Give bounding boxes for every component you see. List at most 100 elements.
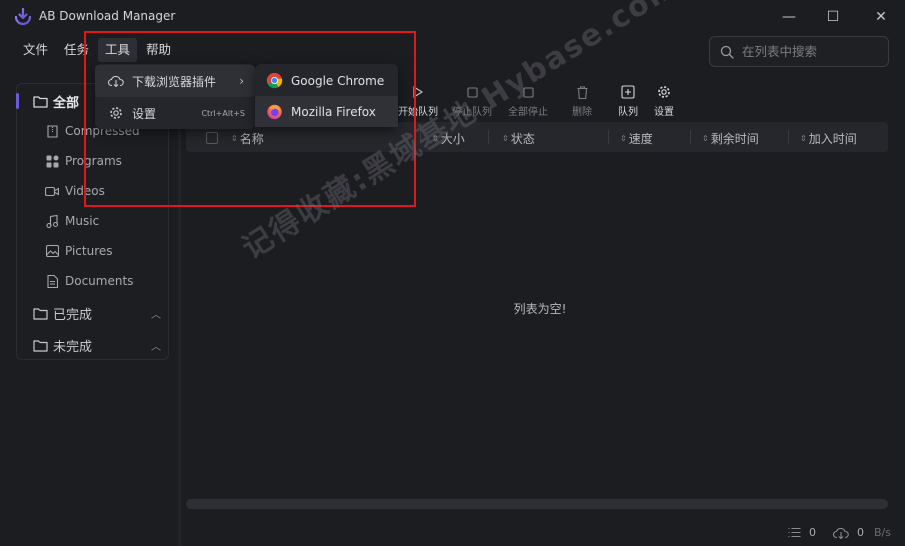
column-label: 大小 xyxy=(440,132,465,146)
tools-menu: 下载浏览器插件 › 设置 Ctrl+Alt+S xyxy=(95,64,255,129)
toolbar-label: 设置 xyxy=(654,107,674,118)
column-label: 状态 xyxy=(510,132,535,146)
column-label: 速度 xyxy=(628,132,653,146)
sidebar-item-label: Documents xyxy=(65,274,134,288)
gear-icon xyxy=(108,106,124,120)
sidebar-item-videos[interactable]: Videos xyxy=(45,184,105,198)
apps-icon xyxy=(45,154,59,168)
menu-item-label: 设置 xyxy=(132,106,157,121)
sidebar-item-documents[interactable]: Documents xyxy=(45,274,133,288)
panel-divider[interactable] xyxy=(178,76,181,546)
document-icon xyxy=(45,274,59,288)
sidebar-item-label: 全部 xyxy=(53,96,80,111)
sidebar-item-pictures[interactable]: Pictures xyxy=(45,244,113,258)
column-speed[interactable]: ⇕ 速度 xyxy=(620,130,653,147)
stop-icon xyxy=(522,84,534,100)
sidebar-item-label: Pictures xyxy=(65,244,113,258)
minimize-button[interactable]: — xyxy=(774,4,804,30)
column-divider[interactable] xyxy=(690,130,691,144)
menu-tasks[interactable]: 任务 xyxy=(57,38,96,62)
video-icon xyxy=(45,184,59,198)
delete-button[interactable]: 删除 xyxy=(572,84,592,118)
toolbar-label: 开始队列 xyxy=(398,107,438,118)
menu-help[interactable]: 帮助 xyxy=(139,38,178,62)
column-status[interactable]: ⇕ 状态 xyxy=(502,130,535,147)
search-input[interactable] xyxy=(742,44,872,59)
cloud-download-icon xyxy=(108,75,124,87)
active-indicator xyxy=(16,93,19,109)
sidebar-group-unfinished[interactable]: 未完成 ︿ xyxy=(33,336,161,355)
shortcut-hint: Ctrl+Alt+S xyxy=(201,108,245,118)
menu-file[interactable]: 文件 xyxy=(16,38,55,62)
trash-icon xyxy=(577,84,588,100)
column-label: 剩余时间 xyxy=(710,132,759,146)
title-bar: AB Download Manager — ☐ ✕ xyxy=(0,0,905,34)
play-icon xyxy=(413,84,423,100)
sidebar-item-label: Programs xyxy=(65,154,122,168)
queue-add-icon xyxy=(621,84,635,100)
sidebar-item-programs[interactable]: Programs xyxy=(45,154,122,168)
chevron-up-icon[interactable]: ︿ xyxy=(151,306,161,321)
folder-icon xyxy=(33,96,48,108)
sort-icon: ⇕ xyxy=(620,134,627,143)
select-all-checkbox[interactable] xyxy=(206,132,218,144)
queue-status: 0 xyxy=(788,526,816,539)
column-added[interactable]: ⇕ 加入时间 xyxy=(800,130,857,147)
column-size[interactable]: ⇕ 大小 xyxy=(432,130,465,147)
stop-queue-button[interactable]: 停止队列 xyxy=(452,84,492,118)
archive-icon xyxy=(45,124,59,138)
maximize-button[interactable]: ☐ xyxy=(818,4,848,30)
horizontal-scrollbar[interactable] xyxy=(186,499,888,509)
app-logo-icon xyxy=(14,7,32,26)
image-icon xyxy=(45,244,59,258)
speed-unit: B/s xyxy=(874,526,891,539)
column-divider[interactable] xyxy=(788,130,789,144)
close-button[interactable]: ✕ xyxy=(866,4,896,30)
sidebar-group-finished[interactable]: 已完成 ︿ xyxy=(33,304,161,323)
column-divider[interactable] xyxy=(420,130,421,144)
menu-item-label: 下载浏览器插件 xyxy=(132,74,217,89)
chevron-up-icon[interactable]: ︿ xyxy=(151,338,161,353)
chrome-icon xyxy=(266,72,283,89)
menu-item-google-chrome[interactable]: Google Chrome xyxy=(255,65,398,96)
download-list: ⇕ 名称 ⇕ 大小 ⇕ 状态 ⇕ 速度 ⇕ 剩余时间 ⇕ 加入时间 列表为空! xyxy=(186,122,888,512)
speed-value: 0 xyxy=(857,526,864,539)
start-queue-button[interactable]: 开始队列 xyxy=(398,84,438,118)
sort-icon: ⇕ xyxy=(502,134,509,143)
toolbar-label: 队列 xyxy=(618,107,638,118)
gear-icon xyxy=(657,84,671,100)
menu-tools[interactable]: 工具 xyxy=(98,38,138,62)
settings-button[interactable]: 设置 xyxy=(654,84,674,118)
sort-icon: ⇕ xyxy=(800,134,807,143)
column-remaining[interactable]: ⇕ 剩余时间 xyxy=(702,130,759,147)
menu-item-browser-extension[interactable]: 下载浏览器插件 › xyxy=(95,65,255,97)
sort-icon: ⇕ xyxy=(702,134,709,143)
sidebar-group-label: 未完成 xyxy=(53,340,93,355)
app-title: AB Download Manager xyxy=(39,9,176,23)
toolbar-label: 全部停止 xyxy=(508,107,548,118)
browser-extension-submenu: Google Chrome Mozilla Firefox xyxy=(255,64,398,127)
column-name[interactable]: ⇕ 名称 xyxy=(231,130,264,147)
column-divider[interactable] xyxy=(488,130,489,144)
sidebar-item-label: Music xyxy=(65,214,100,228)
music-icon xyxy=(45,214,59,228)
menu-item-label: Mozilla Firefox xyxy=(291,104,376,119)
folder-icon xyxy=(33,340,48,352)
menu-item-settings[interactable]: 设置 Ctrl+Alt+S xyxy=(95,97,255,129)
chevron-right-icon: › xyxy=(239,74,244,88)
queue-button[interactable]: 队列 xyxy=(618,84,638,118)
cloud-download-icon xyxy=(833,527,849,539)
sidebar-item-music[interactable]: Music xyxy=(45,214,99,228)
menu-item-mozilla-firefox[interactable]: Mozilla Firefox xyxy=(255,96,398,127)
toolbar-label: 删除 xyxy=(572,107,592,118)
sidebar-item-all[interactable]: 全部 xyxy=(33,92,79,111)
search-icon xyxy=(720,45,734,59)
stop-all-button[interactable]: 全部停止 xyxy=(508,84,548,118)
firefox-icon xyxy=(267,104,282,120)
toolbar-label: 停止队列 xyxy=(452,107,492,118)
empty-list-message: 列表为空! xyxy=(513,302,567,316)
stop-icon xyxy=(466,84,478,100)
speed-status: 0 B/s xyxy=(833,526,891,539)
sidebar-group-label: 已完成 xyxy=(53,308,93,323)
column-divider[interactable] xyxy=(608,130,609,144)
